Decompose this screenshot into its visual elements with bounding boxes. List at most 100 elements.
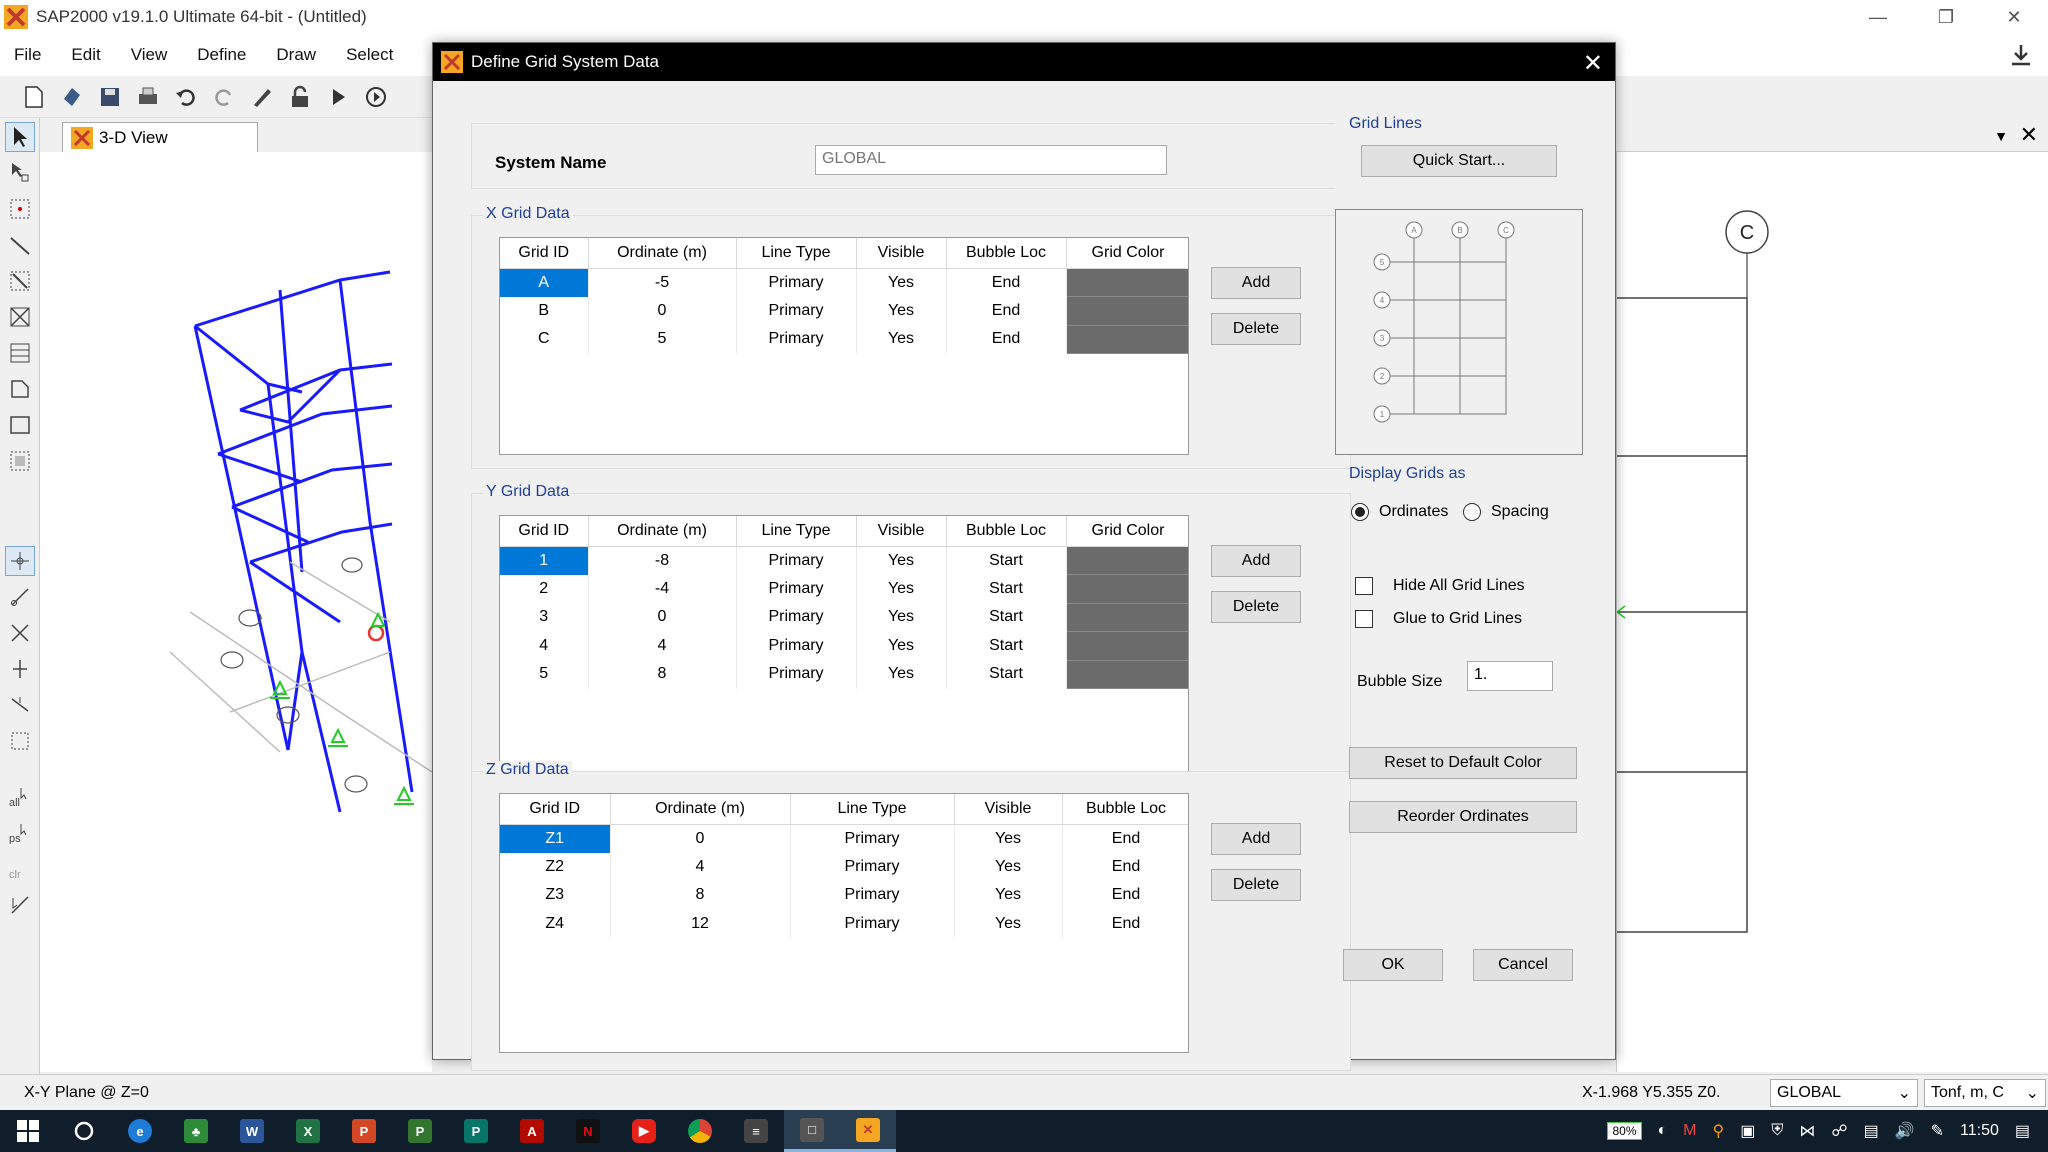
table-row[interactable]: C 5 Primary Yes End [500, 325, 1188, 354]
visible-cell[interactable]: Yes [856, 268, 947, 297]
units-select[interactable]: Tonf, m, C ⌄ [1924, 1079, 2046, 1107]
ordinate-cell[interactable]: 0 [588, 296, 737, 325]
youtube-icon[interactable]: ▶ [616, 1110, 672, 1152]
visible-cell[interactable]: Yes [856, 603, 947, 632]
line-type-cell[interactable]: Primary [736, 631, 857, 660]
draw-secondary-beam-icon[interactable] [5, 338, 35, 368]
bubble-loc-cell[interactable]: Start [946, 546, 1067, 575]
gmail-icon[interactable]: M [1683, 1122, 1696, 1140]
draw-brace-icon[interactable] [5, 302, 35, 332]
reset-default-color-button[interactable]: Reset to Default Color [1349, 747, 1577, 779]
volume-icon[interactable]: 🔊 [1895, 1121, 1915, 1141]
minimize-button[interactable]: — [1844, 0, 1912, 34]
z-grid-delete-button[interactable]: Delete [1211, 869, 1301, 901]
display-icon[interactable]: ▣ [1740, 1121, 1755, 1141]
ordinate-cell[interactable]: -5 [588, 268, 737, 297]
bubble-loc-cell[interactable]: Start [946, 603, 1067, 632]
network-icon[interactable]: ▤ [1864, 1121, 1879, 1141]
ordinate-cell[interactable]: 4 [588, 631, 737, 660]
draw-rect-area-icon[interactable] [5, 410, 35, 440]
col-header[interactable]: Bubble Loc [946, 238, 1067, 269]
grid-color-cell[interactable] [1066, 546, 1188, 575]
table-row[interactable]: 2 -4 Primary Yes Start [500, 574, 1188, 604]
ordinate-cell[interactable]: 0 [610, 824, 791, 853]
x-grid-table[interactable]: Grid ID Ordinate (m) Line Type Visible B… [499, 237, 1189, 455]
bubble-loc-cell[interactable]: End [1062, 852, 1188, 881]
col-header[interactable]: Ordinate (m) [588, 238, 737, 269]
snap-intersections-icon[interactable] [5, 618, 35, 648]
line-type-cell[interactable]: Primary [790, 881, 955, 910]
lock-icon[interactable] [284, 81, 316, 113]
col-header[interactable]: Visible [856, 516, 947, 547]
table-row[interactable]: Z2 4 Primary Yes End [500, 852, 1188, 881]
quick-start-button[interactable]: Quick Start... [1361, 145, 1557, 177]
x-grid-add-button[interactable]: Add [1211, 267, 1301, 299]
shield-icon[interactable]: ⛨ [1771, 1122, 1783, 1140]
table-row[interactable]: Z4 12 Primary Yes End [500, 909, 1188, 938]
visible-cell[interactable]: Yes [954, 824, 1063, 853]
grid-id-cell[interactable]: A [500, 268, 589, 297]
movie-app-icon[interactable]: □ [784, 1110, 840, 1152]
line-type-cell[interactable]: Primary [736, 574, 857, 603]
powerpoint-icon[interactable]: P [336, 1110, 392, 1152]
menu-select[interactable]: Select [346, 45, 393, 65]
intersecting-line-select-icon[interactable] [5, 890, 35, 920]
grid-id-cell[interactable]: Z4 [500, 909, 611, 938]
run-options-icon[interactable] [360, 81, 392, 113]
line-type-cell[interactable]: Primary [736, 325, 857, 354]
sync-icon[interactable]: ◐ [1658, 1122, 1668, 1140]
visible-cell[interactable]: Yes [954, 881, 1063, 910]
visible-cell[interactable]: Yes [856, 325, 947, 354]
coord-system-select[interactable]: GLOBAL ⌄ [1770, 1079, 1918, 1107]
reorder-ordinates-button[interactable]: Reorder Ordinates [1349, 801, 1577, 833]
table-row[interactable]: B 0 Primary Yes End [500, 296, 1188, 326]
ordinate-cell[interactable]: 8 [610, 881, 791, 910]
grid-color-cell[interactable] [1066, 574, 1188, 604]
line-type-cell[interactable]: Primary [736, 603, 857, 632]
print-icon[interactable] [132, 81, 164, 113]
pointer-icon[interactable] [5, 122, 35, 152]
line-type-cell[interactable]: Primary [736, 546, 857, 575]
y-grid-add-button[interactable]: Add [1211, 545, 1301, 577]
menu-draw[interactable]: Draw [276, 45, 316, 65]
sap2000-taskbar-icon[interactable]: ✕ [840, 1110, 896, 1152]
reshaper-icon[interactable] [5, 158, 35, 188]
search-circle-icon[interactable] [56, 1110, 112, 1152]
ok-button[interactable]: OK [1343, 949, 1443, 981]
snap-grid-icon[interactable] [5, 726, 35, 756]
netflix-icon[interactable]: N [560, 1110, 616, 1152]
radio-ordinates-dot[interactable] [1351, 503, 1369, 521]
menu-edit[interactable]: Edit [71, 45, 100, 65]
col-header[interactable]: Grid Color [1066, 516, 1188, 547]
cancel-button[interactable]: Cancel [1473, 949, 1573, 981]
col-header[interactable]: Bubble Loc [946, 516, 1067, 547]
viewport-plan[interactable]: C [1616, 152, 2048, 1072]
pen-icon[interactable]: ✎ [1931, 1121, 1944, 1141]
grid-id-cell[interactable]: B [500, 296, 589, 325]
grid-id-cell[interactable]: 5 [500, 660, 589, 689]
close-view-icon[interactable]: ✕ [2020, 122, 2038, 148]
chrome-icon[interactable] [672, 1110, 728, 1152]
col-header[interactable]: Visible [954, 794, 1063, 825]
menu-view[interactable]: View [131, 45, 168, 65]
x-grid-delete-button[interactable]: Delete [1211, 313, 1301, 345]
restore-button[interactable]: ❐ [1912, 0, 1980, 34]
system-name-field[interactable]: GLOBAL [815, 145, 1167, 175]
dialog-close-button[interactable]: ✕ [1583, 49, 1603, 78]
line-type-cell[interactable]: Primary [790, 909, 955, 938]
col-header[interactable]: Grid ID [500, 238, 589, 269]
col-header[interactable]: Line Type [736, 516, 857, 547]
project-icon[interactable]: P [392, 1110, 448, 1152]
select-previous-icon[interactable]: ps [5, 818, 35, 848]
grid-color-cell[interactable] [1066, 603, 1188, 632]
col-header[interactable]: Bubble Loc [1062, 794, 1188, 825]
draw-area-icon[interactable] [5, 374, 35, 404]
grid-color-cell[interactable] [1066, 268, 1188, 297]
grid-color-cell[interactable] [1066, 660, 1188, 689]
col-header[interactable]: Grid ID [500, 516, 589, 547]
col-header[interactable]: Line Type [790, 794, 955, 825]
line-type-cell[interactable]: Primary [790, 852, 955, 881]
table-row[interactable]: 5 8 Primary Yes Start [500, 660, 1188, 689]
line-type-cell[interactable]: Primary [736, 268, 857, 297]
bubble-loc-cell[interactable]: End [1062, 909, 1188, 938]
